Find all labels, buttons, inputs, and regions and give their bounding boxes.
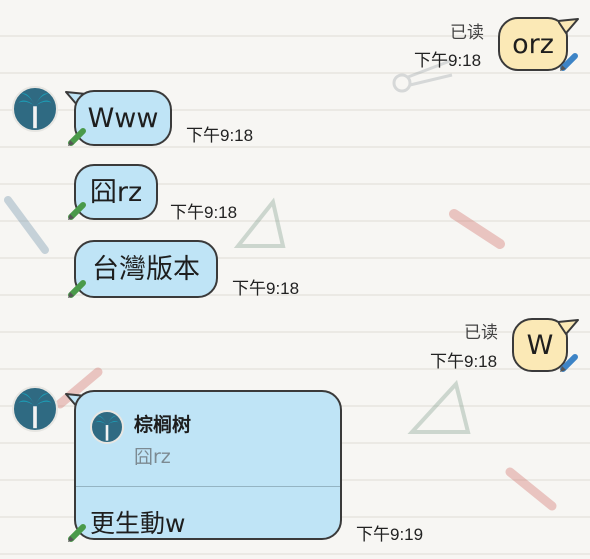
palm-tree-avatar-icon: [18, 393, 52, 429]
message-time: 下午9:18: [414, 51, 482, 70]
message-time: 下午9:18: [170, 203, 238, 222]
message-time: 下午9:19: [356, 525, 424, 544]
message-text: W: [526, 329, 554, 361]
avatar[interactable]: [12, 86, 58, 132]
bubble-tail: [558, 18, 579, 34]
pencil-icon: [560, 53, 578, 71]
read-status: 已读: [450, 23, 484, 42]
message-text: 更生動w: [90, 509, 186, 538]
message-time: 下午9:18: [186, 126, 254, 145]
brush-doodle: [4, 196, 49, 254]
message-bubble[interactable]: 囧rz: [74, 164, 158, 220]
message-time: 下午9:18: [232, 279, 300, 298]
reply-message-bubble[interactable]: 棕榈树 囧rz 更生動w: [74, 390, 342, 540]
quoted-sender-avatar: [90, 410, 124, 444]
message-time: 下午9:18: [430, 352, 498, 371]
message-text: 囧rz: [89, 176, 143, 208]
red-pencil-doodle-3: [505, 467, 557, 511]
palm-tree-avatar-icon: [18, 93, 52, 129]
read-status: 已读: [464, 323, 498, 342]
pencil-icon: [68, 524, 86, 542]
pencil-icon: [68, 128, 86, 146]
message-bubble[interactable]: Www: [74, 90, 172, 146]
quoted-message-text[interactable]: 囧rz: [134, 442, 171, 469]
message-text: 台灣版本: [92, 253, 200, 285]
triangle-ruler-doodle-2: [407, 379, 471, 434]
bubble-tail: [558, 319, 579, 335]
pencil-icon: [68, 202, 86, 220]
pencil-icon: [68, 280, 86, 298]
pencil-icon: [560, 354, 578, 372]
avatar[interactable]: [12, 386, 58, 432]
quoted-sender-name: 棕榈树: [134, 414, 192, 436]
reply-divider: [76, 486, 340, 487]
message-text: Www: [87, 102, 159, 134]
red-pencil-doodle: [449, 209, 505, 249]
message-text: orz: [512, 28, 554, 60]
palm-tree-avatar-icon: [95, 415, 119, 441]
message-bubble[interactable]: 台灣版本: [74, 240, 218, 298]
